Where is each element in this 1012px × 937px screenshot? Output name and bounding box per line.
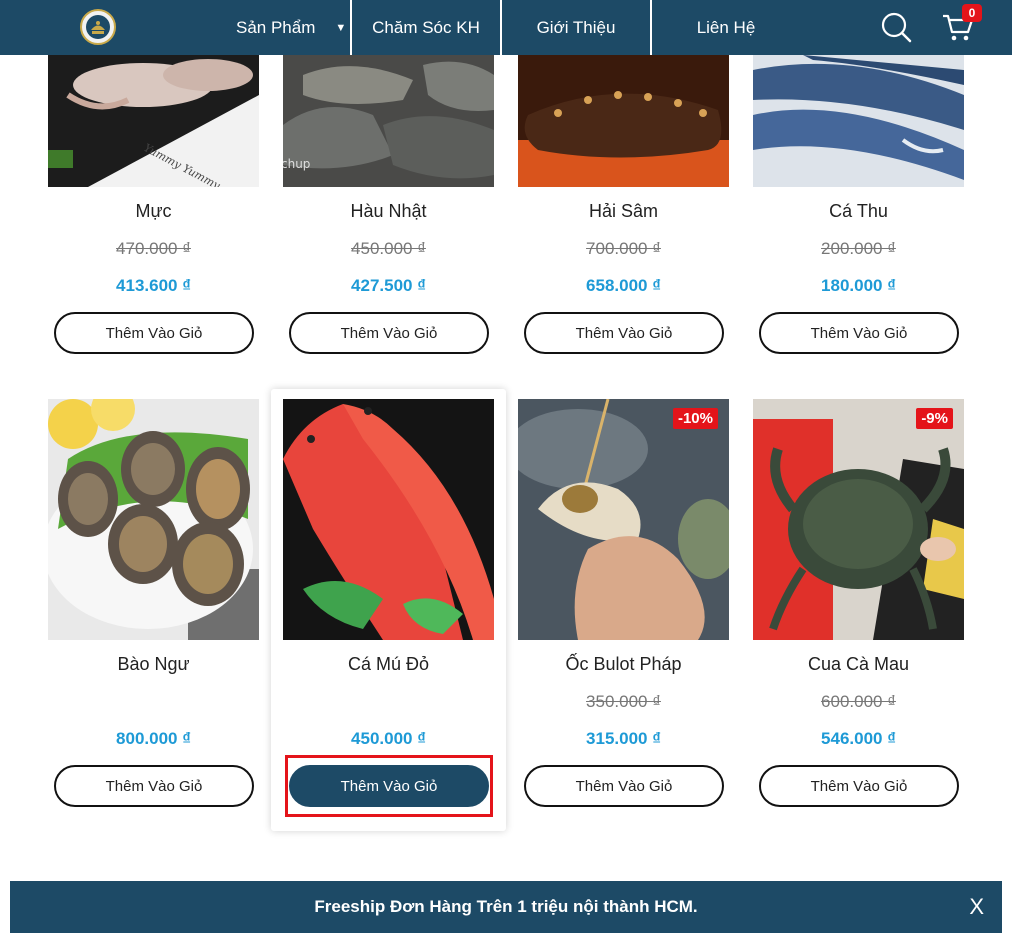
add-to-cart-button[interactable]: Thêm Vào Giỏ — [54, 765, 254, 807]
nav-label: Giới Thiệu — [536, 17, 616, 37]
product-image[interactable]: Yummy Yummy — [48, 55, 259, 187]
product-name[interactable]: Mực — [36, 201, 271, 222]
product-price: 450.000 ₫ — [351, 729, 426, 748]
product-image[interactable] — [283, 399, 494, 640]
product-image[interactable] — [518, 55, 729, 187]
close-banner-button[interactable]: X — [969, 894, 984, 920]
product-name[interactable]: Cua Cà Mau — [741, 654, 976, 675]
nav-label: Chăm Sóc KH — [372, 17, 480, 37]
add-to-cart-button[interactable]: Thêm Vào Giỏ — [54, 312, 254, 354]
nav-san-pham[interactable]: Sản Phẩm ▼ — [220, 0, 350, 55]
svg-text:chup: chup — [283, 157, 310, 171]
product-old-price: 600.000 ₫ — [821, 692, 896, 711]
product-price: 315.000 ₫ — [586, 729, 661, 748]
product-image[interactable] — [753, 55, 964, 187]
product-price: 800.000 ₫ — [116, 729, 191, 748]
site-header: Sản Phẩm ▼ Chăm Sóc KH Giới Thiệu Liên H… — [0, 0, 1012, 55]
product-old-price: 450.000 ₫ — [351, 239, 426, 258]
product-name[interactable]: Cá Thu — [741, 201, 976, 222]
product-name[interactable]: Cá Mú Đỏ — [271, 654, 506, 675]
product-name[interactable]: Hàu Nhật — [271, 201, 506, 222]
product-old-price: 470.000 ₫ — [116, 239, 191, 258]
product-price: 427.500 ₫ — [351, 276, 426, 295]
freeship-text: Freeship Đơn Hàng Trên 1 triệu nội thành… — [314, 897, 698, 916]
brand-logo[interactable] — [80, 9, 116, 45]
add-to-cart-button[interactable]: Thêm Vào Giỏ — [759, 312, 959, 354]
nav-label: Sản Phẩm — [236, 17, 316, 37]
discount-badge: -9% — [916, 408, 953, 429]
nav-gioi-thieu[interactable]: Giới Thiệu — [500, 0, 650, 55]
chevron-down-icon: ▼ — [335, 21, 347, 34]
product-price: 413.600 ₫ — [116, 276, 191, 295]
product-image[interactable]: chup — [283, 55, 494, 187]
product-old-price: 200.000 ₫ — [821, 239, 896, 258]
product-price: 180.000 ₫ — [821, 276, 896, 295]
add-to-cart-button[interactable]: Thêm Vào Giỏ — [759, 765, 959, 807]
nav-cham-soc-kh[interactable]: Chăm Sóc KH — [350, 0, 500, 55]
nav-lien-he[interactable]: Liên Hệ — [650, 0, 800, 55]
freeship-banner: Freeship Đơn Hàng Trên 1 triệu nội thành… — [10, 881, 1002, 933]
product-old-price: 700.000 ₫ — [586, 239, 661, 258]
product-price: 546.000 ₫ — [821, 729, 896, 748]
product-name[interactable]: Ốc Bulot Pháp — [506, 654, 741, 675]
nav-label: Liên Hệ — [696, 17, 756, 37]
search-icon[interactable] — [880, 11, 912, 43]
product-image[interactable]: -10% — [518, 399, 729, 640]
add-to-cart-button[interactable]: Thêm Vào Giỏ — [289, 312, 489, 354]
product-name[interactable]: Hải Sâm — [506, 201, 741, 222]
product-price: 658.000 ₫ — [586, 276, 661, 295]
add-to-cart-button[interactable]: Thêm Vào Giỏ — [524, 765, 724, 807]
main-nav: Sản Phẩm ▼ Chăm Sóc KH Giới Thiệu Liên H… — [220, 0, 800, 55]
product-image[interactable]: -9% — [753, 399, 964, 640]
add-to-cart-button[interactable]: Thêm Vào Giỏ — [524, 312, 724, 354]
product-old-price: 350.000 ₫ — [586, 692, 661, 711]
product-name[interactable]: Bào Ngư — [36, 654, 271, 675]
add-to-cart-button[interactable]: Thêm Vào Giỏ — [289, 765, 489, 807]
cart-count-badge: 0 — [962, 4, 982, 22]
crest-icon — [86, 15, 110, 39]
product-image[interactable] — [48, 399, 259, 640]
discount-badge: -10% — [672, 408, 718, 429]
